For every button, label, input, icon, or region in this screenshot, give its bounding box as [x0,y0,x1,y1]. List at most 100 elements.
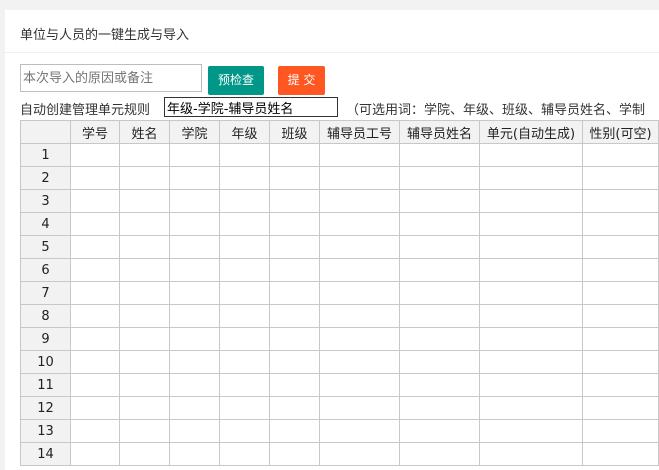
grid-cell[interactable] [219,143,270,167]
row-number[interactable]: 4 [20,212,71,236]
grid-cell[interactable] [399,212,480,236]
grid-cell[interactable] [219,419,270,443]
grid-cell[interactable] [479,327,583,351]
grid-cell[interactable] [582,166,659,190]
grid-cell[interactable] [269,189,320,213]
grid-cell[interactable] [219,350,270,374]
grid-cell[interactable] [70,350,120,374]
grid-cell[interactable] [319,189,400,213]
grid-cell[interactable] [582,304,659,328]
grid-cell[interactable] [319,166,400,190]
grid-cell[interactable] [169,212,220,236]
grid-cell[interactable] [169,419,220,443]
grid-cell[interactable] [319,419,400,443]
grid-cell[interactable] [319,235,400,259]
grid-cell[interactable] [169,396,220,420]
grid-cell[interactable] [219,396,270,420]
grid-cell[interactable] [399,143,480,167]
row-number[interactable]: 11 [20,373,71,397]
row-number[interactable]: 14 [20,442,71,466]
grid-cell[interactable] [399,419,480,443]
grid-cell[interactable] [319,396,400,420]
grid-cell[interactable] [582,327,659,351]
grid-cell[interactable] [479,212,583,236]
grid-cell[interactable] [169,373,220,397]
grid-cell[interactable] [119,143,170,167]
row-number[interactable]: 3 [20,189,71,213]
grid-cell[interactable] [119,442,170,466]
grid-cell[interactable] [269,212,320,236]
row-number[interactable]: 1 [20,143,71,167]
grid-cell[interactable] [582,442,659,466]
grid-cell[interactable] [319,304,400,328]
row-number[interactable]: 12 [20,396,71,420]
grid-cell[interactable] [399,258,480,282]
grid-cell[interactable] [169,281,220,305]
grid-cell[interactable] [119,396,170,420]
grid-cell[interactable] [269,235,320,259]
grid-cell[interactable] [70,235,120,259]
row-number[interactable]: 6 [20,258,71,282]
grid-cell[interactable] [119,281,170,305]
row-number[interactable]: 2 [20,166,71,190]
grid-cell[interactable] [399,281,480,305]
grid-cell[interactable] [219,327,270,351]
grid-cell[interactable] [70,212,120,236]
grid-cell[interactable] [269,304,320,328]
column-header[interactable]: 辅导员工号 [319,120,400,144]
row-number[interactable]: 13 [20,419,71,443]
remark-input[interactable] [20,64,202,92]
column-header[interactable]: 学院 [169,120,220,144]
submit-button[interactable]: 提 交 [278,66,325,95]
unit-rule-input[interactable] [164,97,338,117]
grid-cell[interactable] [582,419,659,443]
grid-cell[interactable] [582,189,659,213]
grid-cell[interactable] [269,258,320,282]
column-header[interactable]: 年级 [219,120,270,144]
grid-cell[interactable] [479,396,583,420]
grid-cell[interactable] [169,258,220,282]
grid-cell[interactable] [119,327,170,351]
grid-cell[interactable] [169,143,220,167]
grid-cell[interactable] [399,396,480,420]
column-header[interactable]: 性别(可空) [582,120,659,144]
row-number[interactable]: 9 [20,327,71,351]
column-header[interactable]: 单元(自动生成) [479,120,583,144]
grid-cell[interactable] [119,304,170,328]
grid-cell[interactable] [479,258,583,282]
grid-cell[interactable] [70,143,120,167]
grid-cell[interactable] [169,442,220,466]
grid-cell[interactable] [219,212,270,236]
grid-cell[interactable] [119,258,170,282]
grid-cell[interactable] [119,189,170,213]
grid-cell[interactable] [219,442,270,466]
grid-cell[interactable] [70,281,120,305]
grid-cell[interactable] [582,281,659,305]
grid-cell[interactable] [70,258,120,282]
column-header[interactable]: 姓名 [119,120,170,144]
grid-cell[interactable] [169,327,220,351]
grid-cell[interactable] [479,281,583,305]
grid-cell[interactable] [479,166,583,190]
grid-cell[interactable] [269,327,320,351]
grid-cell[interactable] [219,281,270,305]
grid-cell[interactable] [169,304,220,328]
grid-cell[interactable] [582,143,659,167]
grid-cell[interactable] [582,258,659,282]
grid-cell[interactable] [269,166,320,190]
grid-cell[interactable] [169,166,220,190]
grid-cell[interactable] [269,396,320,420]
grid-cell[interactable] [269,143,320,167]
grid-cell[interactable] [399,373,480,397]
grid-cell[interactable] [582,350,659,374]
grid-cell[interactable] [219,235,270,259]
grid-cell[interactable] [70,442,120,466]
grid-cell[interactable] [70,327,120,351]
column-header[interactable]: 辅导员姓名 [399,120,480,144]
corner-cell[interactable] [20,120,71,144]
grid-cell[interactable] [399,350,480,374]
grid-cell[interactable] [269,419,320,443]
grid-cell[interactable] [479,442,583,466]
grid-cell[interactable] [269,442,320,466]
row-number[interactable]: 10 [20,350,71,374]
